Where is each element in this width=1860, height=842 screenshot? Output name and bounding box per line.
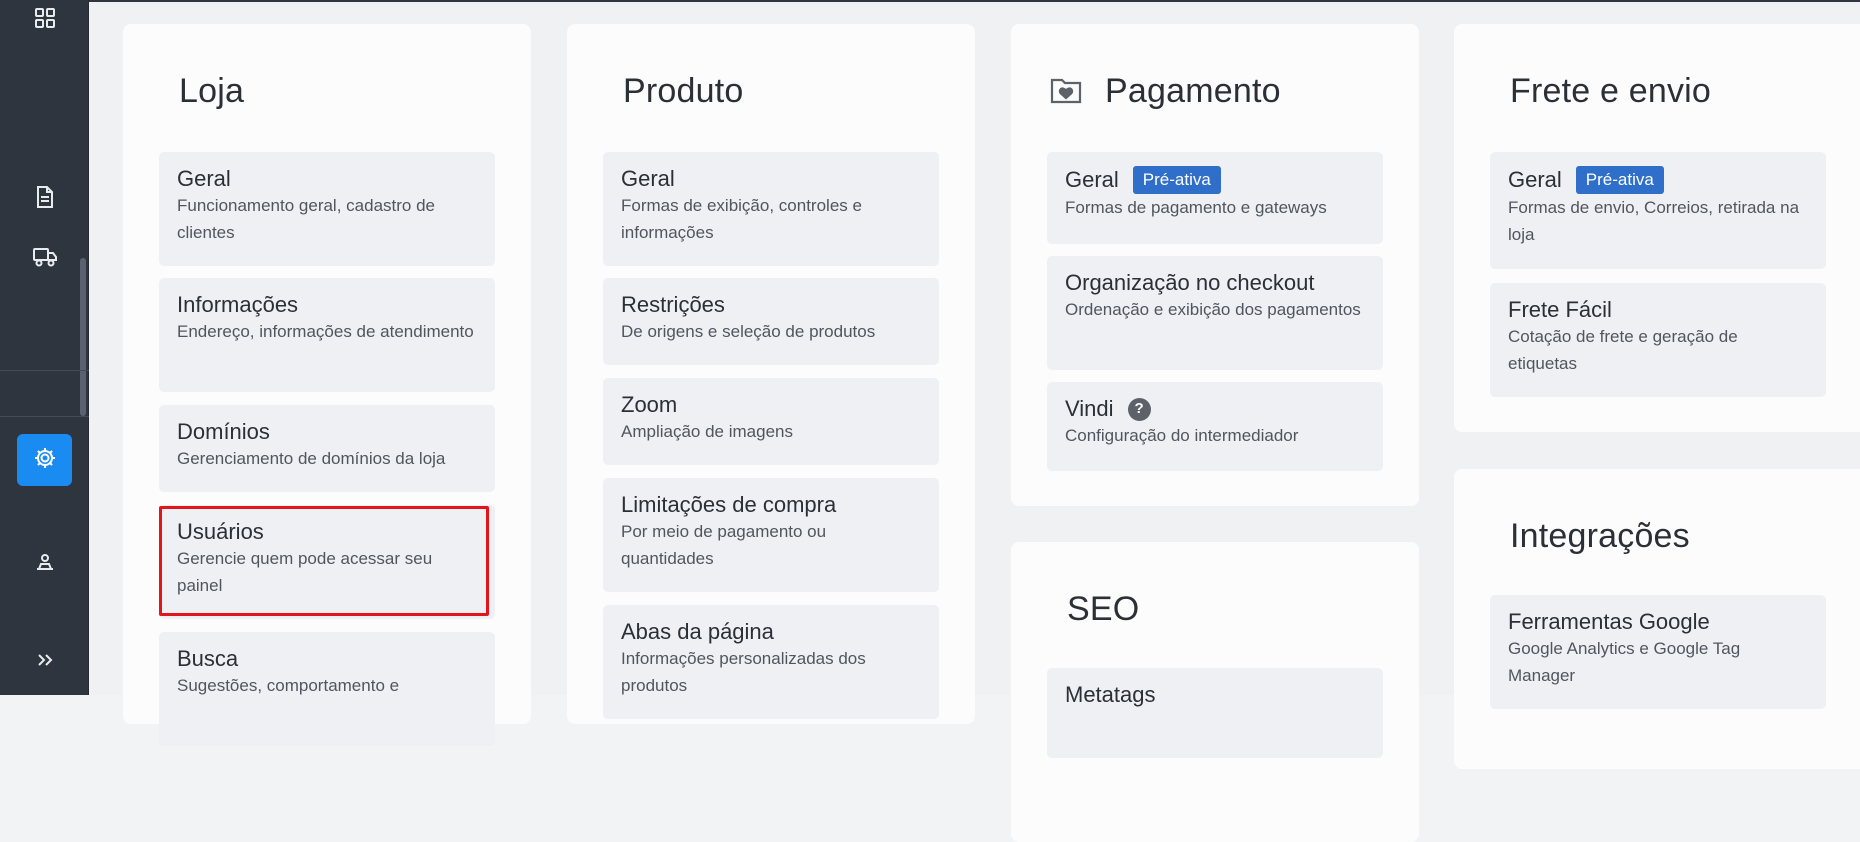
item-title: Informações	[177, 292, 299, 317]
item-desc: Informações personalizadas dos produtos	[621, 649, 866, 695]
item-desc: Formas de pagamento e gateways	[1065, 198, 1327, 217]
pagamento-title: Pagamento	[1105, 72, 1281, 110]
pagamento-item-geral[interactable]: Geral Pré-ativa Formas de pagamento e ga…	[1047, 152, 1383, 244]
settings-button[interactable]	[17, 434, 72, 486]
seo-card: SEO Metatags	[1011, 542, 1419, 842]
pagamento-item-vindi[interactable]: Vindi ? Configuração do intermediador	[1047, 382, 1383, 471]
help-icon[interactable]: ?	[1127, 397, 1151, 421]
item-title: Geral	[621, 166, 675, 191]
produto-card: Produto Geral Formas de exibição, contro…	[567, 24, 975, 724]
item-title: Limitações de compra	[621, 492, 837, 517]
folder-heart-icon	[1050, 76, 1082, 109]
pagamento-card: Pagamento Geral Pré-ativa Formas de paga…	[1011, 24, 1419, 506]
item-title-text: Vindi	[1065, 396, 1114, 421]
item-title: Busca	[177, 646, 239, 671]
seo-title: SEO	[1067, 590, 1140, 628]
item-title: Geral Pré-ativa	[1065, 166, 1365, 194]
frete-item-frete-facil[interactable]: Frete Fácil Cotação de frete e geração d…	[1490, 283, 1826, 397]
frete-title: Frete e envio	[1510, 72, 1712, 110]
integracoes-item-google[interactable]: Ferramentas Google Google Analytics e Go…	[1490, 595, 1826, 709]
item-title: Usuários	[177, 519, 264, 544]
status-badge: Pré-ativa	[1132, 166, 1221, 194]
truck-icon[interactable]	[0, 243, 89, 271]
item-desc: Formas de envio, Correios, retirada na l…	[1508, 198, 1800, 244]
loja-title: Loja	[179, 72, 245, 110]
document-icon[interactable]	[0, 183, 89, 211]
item-title: Domínios	[177, 419, 270, 444]
loja-card: Loja Geral Funcionamento geral, cadastro…	[123, 24, 531, 746]
produto-item-geral[interactable]: Geral Formas de exibição, controles e in…	[603, 152, 939, 266]
loja-item-geral[interactable]: Geral Funcionamento geral, cadastro de c…	[159, 152, 495, 266]
settings-panel: Loja Geral Funcionamento geral, cadastro…	[89, 0, 1860, 842]
item-desc: Configuração do intermediador	[1065, 426, 1299, 445]
item-title: Vindi ?	[1065, 396, 1365, 422]
produto-item-restricoes[interactable]: Restrições De origens e seleção de produ…	[603, 278, 939, 365]
sidebar-divider	[0, 370, 89, 371]
item-title: Frete Fácil	[1508, 297, 1612, 322]
item-title: Zoom	[621, 392, 678, 417]
item-desc: Ampliação de imagens	[621, 422, 793, 441]
item-title-text: Geral	[1065, 167, 1119, 192]
item-desc: Ordenação e exibição dos pagamentos	[1065, 300, 1361, 319]
produto-item-limitacoes[interactable]: Limitações de compra Por meio de pagamen…	[603, 478, 939, 592]
item-desc: Gerenciamento de domínios da loja	[177, 449, 446, 468]
item-title-text: Geral	[1508, 167, 1562, 192]
grid-icon[interactable]	[0, 4, 89, 32]
item-desc: Funcionamento geral, cadastro de cliente…	[177, 196, 435, 242]
sidebar	[0, 0, 89, 695]
loja-item-informacoes[interactable]: Informações Endereço, informações de ate…	[159, 278, 495, 392]
loja-item-usuarios[interactable]: Usuários Gerencie quem pode acessar seu …	[159, 505, 495, 619]
item-title: Abas da página	[621, 619, 774, 644]
item-desc: De origens e seleção de produtos	[621, 322, 876, 341]
item-title: Geral	[177, 166, 231, 191]
item-desc: Google Analytics e Google Tag Manager	[1508, 639, 1741, 685]
sidebar-scrollbar[interactable]	[80, 258, 86, 416]
item-desc: Cotação de frete e geração de etiquetas	[1508, 327, 1738, 373]
item-title: Organização no checkout	[1065, 270, 1315, 295]
produto-item-zoom[interactable]: Zoom Ampliação de imagens	[603, 378, 939, 465]
produto-title: Produto	[623, 72, 744, 110]
item-title: Geral Pré-ativa	[1508, 166, 1808, 194]
loja-item-dominios[interactable]: Domínios Gerenciamento de domínios da lo…	[159, 405, 495, 492]
loja-item-busca[interactable]: Busca Sugestões, comportamento e	[159, 632, 495, 746]
customer-icon[interactable]	[0, 548, 89, 576]
sidebar-divider	[0, 416, 89, 417]
pagamento-item-organizacao[interactable]: Organização no checkout Ordenação e exib…	[1047, 256, 1383, 370]
item-desc: Formas de exibição, controles e informaç…	[621, 196, 862, 242]
item-title: Restrições	[621, 292, 725, 317]
item-title: Metatags	[1065, 682, 1156, 707]
integracoes-card: Integrações Ferramentas Google Google An…	[1454, 469, 1860, 769]
status-badge: Pré-ativa	[1575, 166, 1664, 194]
frete-card: Frete e envio Geral Pré-ativa Formas de …	[1454, 24, 1860, 432]
integracoes-title: Integrações	[1510, 517, 1690, 555]
expand-icon[interactable]	[0, 646, 89, 674]
produto-item-abas[interactable]: Abas da página Informações personalizada…	[603, 605, 939, 719]
item-title: Ferramentas Google	[1508, 609, 1710, 634]
item-desc: Gerencie quem pode acessar seu painel	[177, 549, 433, 595]
frete-item-geral[interactable]: Geral Pré-ativa Formas de envio, Correio…	[1490, 152, 1826, 269]
seo-item-metatags[interactable]: Metatags	[1047, 668, 1383, 758]
item-desc: Endereço, informações de atendimento	[177, 322, 474, 341]
gear-icon	[33, 446, 57, 475]
item-desc: Por meio de pagamento ou quantidades	[621, 522, 827, 568]
